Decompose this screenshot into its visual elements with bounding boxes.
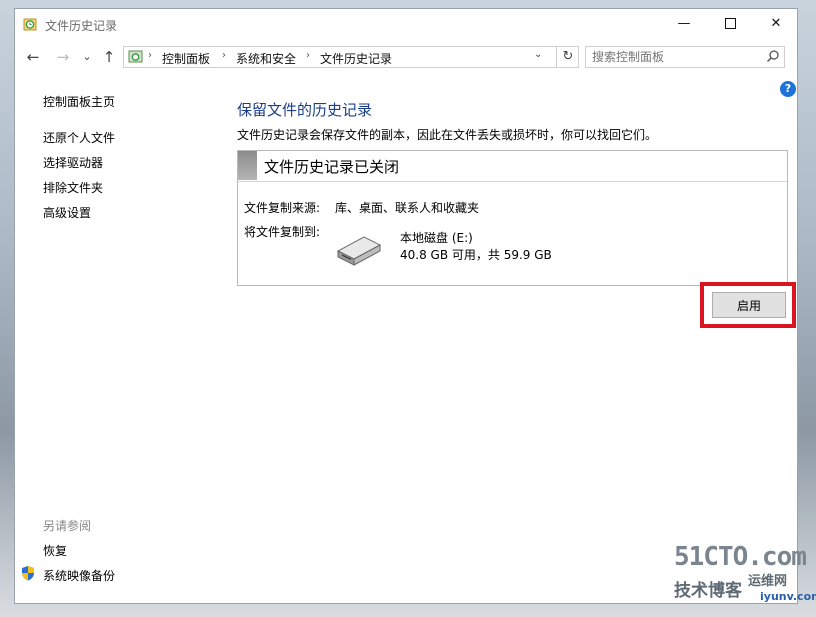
breadcrumb-separator: › [306,50,310,61]
watermark-side: 运维网 [748,574,788,589]
control-panel-icon [128,50,143,63]
recent-locations-button[interactable]: ⌄ [77,47,97,67]
copy-from-label: 文件复制来源: [244,201,321,215]
breadcrumb-control-panel[interactable]: 控制面板 [162,50,210,67]
shield-icon [22,566,34,581]
drive-name: 本地磁盘 (E:) [400,231,473,245]
see-also-recovery[interactable]: 恢复 [43,542,67,559]
file-history-window: 文件历史记录 — ✕ ← → ⌄ ↑ › 控制面板 › 系统和安全 › 文件历史… [14,8,798,604]
close-button[interactable]: ✕ [753,9,799,39]
forward-button[interactable]: → [53,47,73,67]
status-title: 文件历史记录已关闭 [264,158,400,176]
enable-button[interactable]: 启用 [712,292,786,318]
up-arrow-icon: ↑ [102,48,116,66]
breadcrumb-system-security[interactable]: 系统和安全 [236,50,296,67]
window-title: 文件历史记录 [45,19,118,33]
minimize-button[interactable]: — [661,9,707,39]
breadcrumb-file-history[interactable]: 文件历史记录 [320,50,392,67]
page-title: 保留文件的历史记录 [237,101,373,119]
sidebar-item-advanced-settings[interactable]: 高级设置 [43,204,91,221]
title-bar: 文件历史记录 — ✕ [15,9,797,39]
copy-to-label: 将文件复制到: [244,225,321,239]
page-description: 文件历史记录会保存文件的副本，因此在文件丢失或损坏时，你可以找回它们。 [237,128,658,142]
sidebar-item-exclude-folders[interactable]: 排除文件夹 [43,179,103,196]
forward-arrow-icon: → [56,48,70,66]
maximize-icon [724,18,736,29]
drive-space: 40.8 GB 可用，共 59.9 GB [400,248,552,262]
back-button[interactable]: ← [23,47,43,67]
address-dropdown-icon[interactable]: ⌄ [534,49,542,60]
see-also-heading: 另请参阅 [43,519,92,533]
watermark-url: iyunv.com [760,590,816,603]
breadcrumb-separator: › [222,50,226,61]
status-header: 文件历史记录已关闭 [238,151,787,182]
search-box[interactable] [585,46,785,68]
refresh-icon: ↻ [562,49,574,64]
breadcrumb-separator: › [148,50,152,61]
watermark-bottom: 技术博客 [674,581,742,601]
status-panel: 文件历史记录已关闭 文件复制来源: 库、桌面、联系人和收藏夹 将文件复制到: 本… [237,150,788,286]
search-icon[interactable] [766,49,780,63]
maximize-button[interactable] [707,9,753,39]
sidebar-item-select-drive[interactable]: 选择驱动器 [43,154,103,171]
copy-from-value: 库、桌面、联系人和收藏夹 [335,201,480,215]
watermark-top: 51CTO.com [674,542,807,572]
navigation-bar: ← → ⌄ ↑ › 控制面板 › 系统和安全 › 文件历史记录 ⌄ ↻ [15,45,797,71]
minimize-icon: — [677,16,691,31]
address-bar[interactable]: › 控制面板 › 系统和安全 › 文件历史记录 ⌄ ↻ [123,46,579,68]
file-history-icon [23,18,37,31]
sidebar-item-restore-files[interactable]: 还原个人文件 [43,129,115,146]
refresh-button[interactable]: ↻ [556,47,579,67]
watermark: 51CTO.com 技术博客 运维网 iyunv.com [664,542,816,606]
status-color-bar [238,151,257,180]
back-arrow-icon: ← [26,48,40,66]
search-input[interactable] [592,50,762,64]
help-icon[interactable]: ? [780,81,796,97]
hard-drive-icon [336,236,382,266]
chevron-down-icon: ⌄ [82,50,92,63]
sidebar-control-panel-home[interactable]: 控制面板主页 [43,93,115,110]
see-also-system-image-backup[interactable]: 系统映像备份 [43,567,115,584]
close-icon: ✕ [770,16,782,31]
up-button[interactable]: ↑ [99,47,119,67]
